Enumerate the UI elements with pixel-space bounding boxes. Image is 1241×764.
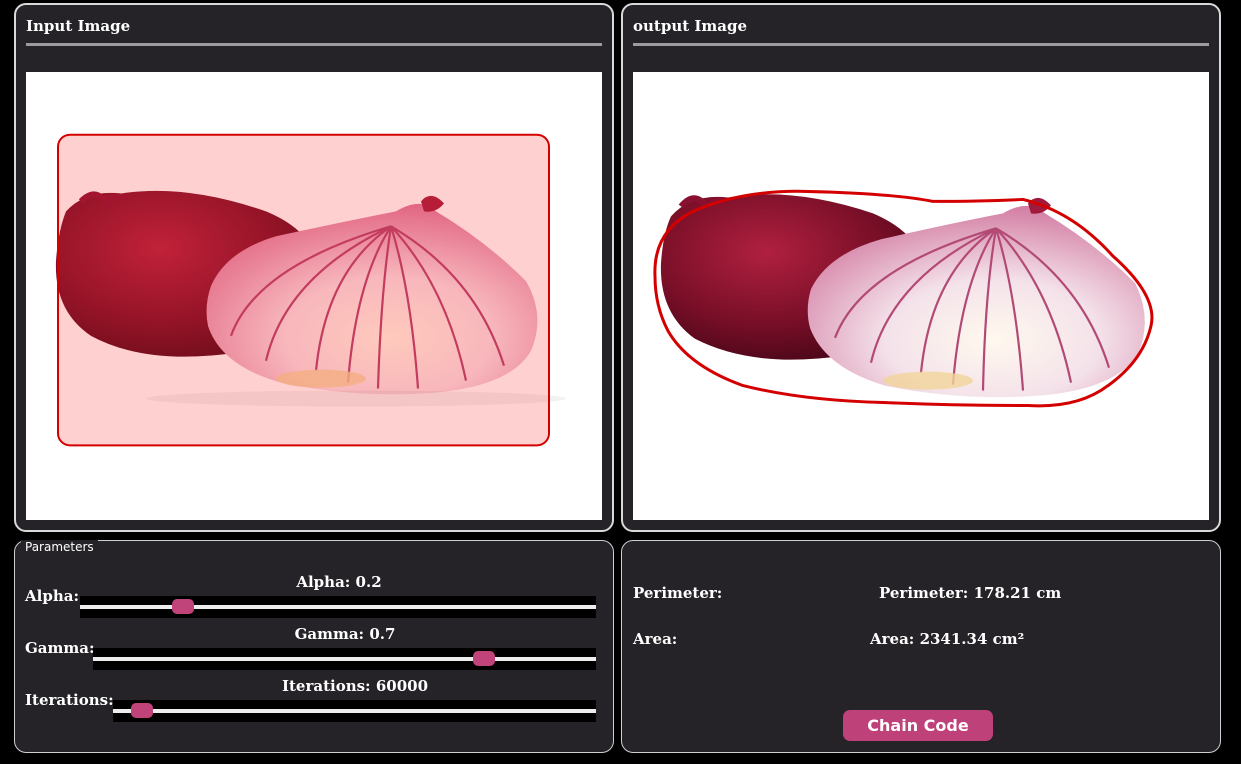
- gamma-value-caption: Gamma: 0.7: [294, 625, 396, 643]
- alpha-slider-thumb[interactable]: [172, 599, 195, 614]
- input-image-canvas[interactable]: [26, 72, 602, 520]
- input-onion-image: [55, 133, 566, 447]
- area-value: Area: 2341.34 cm²: [870, 630, 1025, 648]
- output-onion-image: [653, 189, 1154, 408]
- output-title-divider: [633, 43, 1209, 46]
- gamma-slider-thumb[interactable]: [473, 651, 496, 666]
- iterations-slider-track: [113, 709, 596, 713]
- parameters-panel: Parameters Alpha: Alpha: 0.2 Gamma: Gamm…: [14, 540, 614, 753]
- area-label: Area:: [633, 630, 678, 648]
- input-image-panel: Input Image: [14, 3, 614, 532]
- gamma-label: Gamma:: [25, 639, 95, 657]
- iterations-value-caption: Iterations: 60000: [281, 677, 429, 695]
- chain-code-button[interactable]: Chain Code: [843, 710, 993, 741]
- output-image-panel: output Image: [621, 3, 1221, 532]
- alpha-label: Alpha:: [25, 587, 79, 605]
- alpha-value-caption: Alpha: 0.2: [296, 573, 382, 591]
- alpha-slider-track: [80, 605, 596, 609]
- perimeter-label: Perimeter:: [633, 584, 723, 602]
- parameters-legend: Parameters: [21, 540, 98, 554]
- alpha-slider[interactable]: [80, 596, 596, 618]
- input-image-title: Input Image: [26, 17, 131, 35]
- output-image-title: output Image: [633, 17, 748, 35]
- results-panel: Perimeter: Perimeter: 178.21 cm Area: Ar…: [621, 540, 1221, 753]
- perimeter-value: Perimeter: 178.21 cm: [879, 584, 1062, 602]
- iterations-slider[interactable]: [113, 700, 596, 722]
- input-title-divider: [26, 43, 602, 46]
- iterations-label: Iterations:: [25, 691, 114, 709]
- iterations-slider-thumb[interactable]: [130, 703, 153, 718]
- gamma-slider[interactable]: [93, 648, 596, 670]
- output-image-canvas: [633, 72, 1209, 520]
- gamma-slider-track: [93, 657, 596, 661]
